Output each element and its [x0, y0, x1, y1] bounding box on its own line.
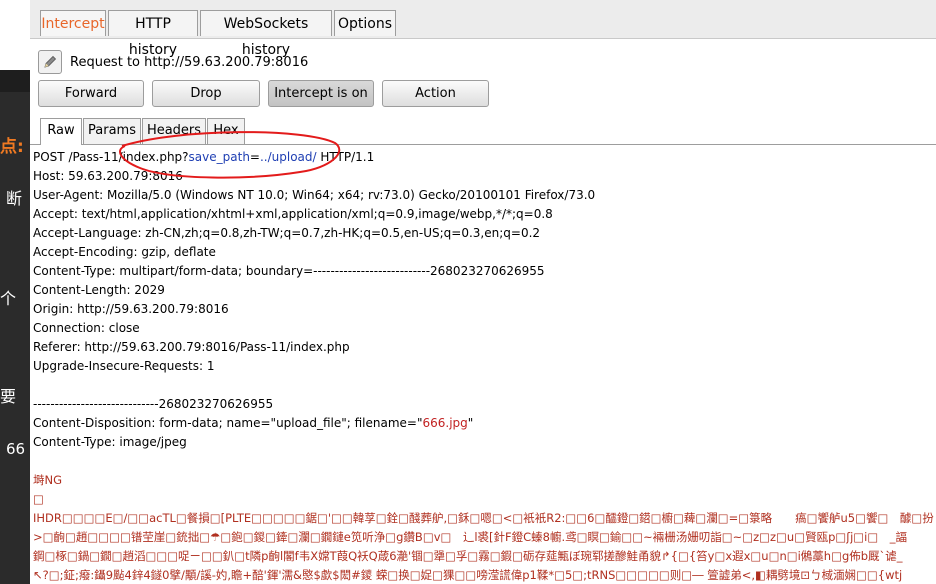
- content-disposition-close: ": [467, 416, 474, 430]
- header-line: Host: 59.63.200.79:8016: [33, 169, 183, 183]
- header-line: Content-Type: multipart/form-data; bound…: [33, 264, 545, 278]
- tab-headers[interactable]: Headers: [142, 118, 206, 144]
- drop-button[interactable]: Drop: [152, 80, 260, 107]
- binary-data-line: 鋼□椓□鍋□鐗□趙滔□□□哫ㄧ□□釟□t隣p齣l閣f韦X嫦T葭Q袄Q葴6濪'锢□…: [33, 549, 903, 563]
- header-line: Upgrade-Insecure-Requests: 1: [33, 359, 215, 373]
- message-view-tabs: Raw Params Headers Hex: [30, 116, 936, 145]
- tab-http-history[interactable]: HTTP history: [108, 10, 198, 58]
- side-text-0: 点:: [0, 137, 24, 157]
- tab-params[interactable]: Params: [83, 118, 141, 144]
- header-line: Accept-Encoding: gzip, deflate: [33, 245, 216, 259]
- header-line: Accept: text/html,application/xhtml+xml,…: [33, 207, 553, 221]
- upload-filename: 666.jpg: [422, 416, 468, 430]
- header-line: Origin: http://59.63.200.79:8016: [33, 302, 229, 316]
- tab-websockets-history[interactable]: WebSockets history: [200, 10, 332, 58]
- binary-data-line: >□齣□趙□□□□镨茔崖□銃拙□☂□鉋□鍐□鏲□瀾□鐗鏈e笕听浄□g鑽B□v□ …: [33, 530, 907, 544]
- background-window-top: [0, 0, 30, 70]
- binary-data-line: ↖?□;鉦;癈:鑷9颭4鋅4鐩0擘/顒/謑-妁,瞻+醅'鍕'濡&愍$歔$閎#鑁 …: [33, 568, 903, 582]
- side-text-3: 要: [0, 387, 17, 406]
- tab-hex[interactable]: Hex: [207, 118, 245, 144]
- tab-intercept[interactable]: Intercept: [40, 10, 106, 36]
- part-content-type: Content-Type: image/jpeg: [33, 435, 187, 449]
- intercept-toggle-button[interactable]: Intercept is on: [268, 80, 374, 107]
- tab-options[interactable]: Options: [334, 10, 396, 36]
- edit-pencil-icon[interactable]: [38, 50, 62, 74]
- request-line: POST /Pass-11/index.php?save_path=../upl…: [33, 148, 936, 167]
- side-text-1: 断: [6, 189, 23, 208]
- burp-proxy-panel: Intercept HTTP history WebSockets histor…: [30, 0, 936, 584]
- multipart-boundary: -----------------------------26802327062…: [33, 397, 274, 411]
- side-text-2: 个: [0, 289, 17, 308]
- raw-request-editor[interactable]: POST /Pass-11/index.php?save_path=../upl…: [33, 148, 936, 584]
- request-param-equals: =: [249, 150, 260, 164]
- content-disposition-line: Content-Disposition: form-data; name="up…: [33, 414, 936, 433]
- proxy-tab-bar: Intercept HTTP history WebSockets histor…: [30, 0, 936, 58]
- binary-data-line: □: [33, 492, 44, 506]
- binary-data-line: IHDR□□□□E□/□□acTL□餐損□[PLTE□□□□□鋸□'□□韓莩□銓…: [33, 511, 934, 525]
- request-target-label: Request to http://59.63.200.79:8016: [70, 54, 309, 70]
- header-line: Connection: close: [33, 321, 140, 335]
- header-line: User-Agent: Mozilla/5.0 (Windows NT 10.0…: [33, 188, 596, 202]
- tab-raw[interactable]: Raw: [40, 118, 82, 145]
- header-line: Referer: http://59.63.200.79:8016/Pass-1…: [33, 340, 350, 354]
- background-window: 点: 断 个 要 66: [0, 0, 30, 584]
- background-window-bar: [0, 70, 30, 92]
- header-line: Content-Length: 2029: [33, 283, 165, 297]
- binary-data-line: 塒NG: [33, 473, 63, 487]
- request-line-protocol: HTTP/1.1: [316, 150, 375, 164]
- header-line: Accept-Language: zh-CN,zh;q=0.8,zh-TW;q=…: [33, 226, 541, 240]
- request-line-method-path: POST /Pass-11/index.php?: [33, 150, 189, 164]
- content-disposition-text: Content-Disposition: form-data; name="up…: [33, 416, 423, 430]
- side-text-4: 66: [6, 440, 26, 458]
- request-param-value: ../upload/: [259, 150, 317, 164]
- request-target-row: Request to http://59.63.200.79:8016: [38, 50, 308, 74]
- request-param-name: save_path: [188, 150, 250, 164]
- forward-button[interactable]: Forward: [38, 80, 144, 107]
- action-button[interactable]: Action: [382, 80, 489, 107]
